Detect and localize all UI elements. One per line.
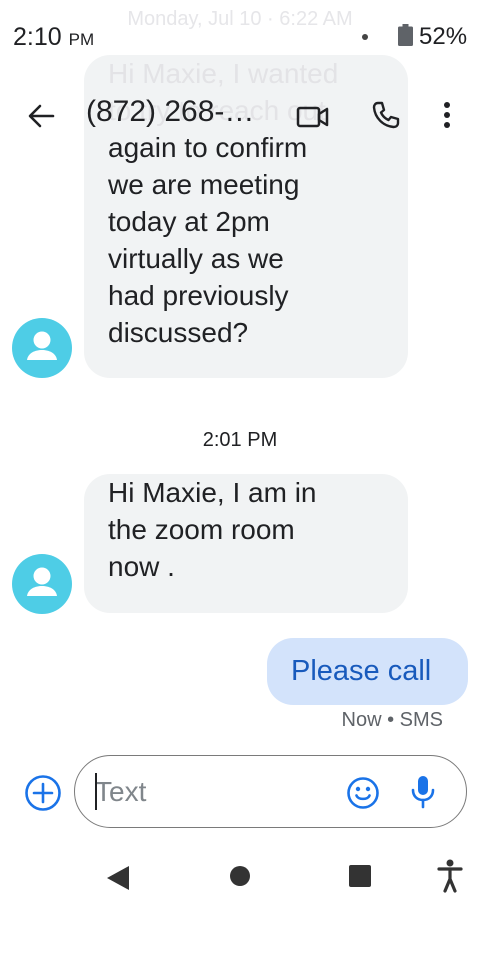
system-navigation-bar [0, 840, 480, 910]
message-input[interactable] [95, 774, 335, 810]
accessibility-icon[interactable] [433, 856, 467, 896]
conversation-app-bar: (872) 268-… [0, 75, 480, 157]
messages-screen: Monday, Jul 10 · 6:22 AM Hi Maxie, I wan… [0, 0, 480, 960]
message-line: had previously [108, 280, 289, 311]
compose-box[interactable] [74, 755, 467, 828]
message-status: Now • SMS [341, 709, 443, 731]
nav-recents-icon[interactable] [342, 858, 378, 894]
nav-home-icon[interactable] [222, 858, 258, 894]
add-circle-icon[interactable] [24, 774, 62, 812]
message-line: now . [108, 551, 175, 582]
time-divider: 2:01 PM [202, 429, 278, 451]
mic-icon[interactable] [409, 774, 437, 810]
message-line: Hi Maxie, I am in [108, 477, 317, 508]
message-line: discussed? [108, 317, 249, 348]
text-cursor [95, 773, 97, 810]
message-bubble-outgoing[interactable]: Please call [267, 638, 468, 705]
contact-avatar[interactable] [12, 554, 72, 614]
video-call-icon[interactable] [293, 97, 333, 137]
message-bubble-incoming[interactable]: Hi Maxie, I am in the zoom room now . [84, 474, 408, 613]
contact-avatar[interactable] [12, 318, 72, 378]
phone-call-icon[interactable] [366, 95, 406, 135]
message-line: the zoom room [108, 514, 295, 545]
message-line: today at 2pm [108, 206, 270, 237]
message-line: we are meeting [108, 169, 300, 200]
scrolled-date-header: Monday, Jul 10 · 6:22 AM [127, 8, 353, 30]
message-line: virtually as we [108, 243, 284, 274]
back-arrow-icon[interactable] [20, 95, 62, 137]
nav-back-icon[interactable] [100, 860, 136, 896]
more-vert-icon[interactable] [432, 95, 462, 135]
conversation-title[interactable]: (872) 268-… [86, 95, 254, 129]
emoji-icon[interactable] [346, 776, 380, 810]
person-icon [27, 567, 57, 596]
person-icon [27, 331, 57, 360]
